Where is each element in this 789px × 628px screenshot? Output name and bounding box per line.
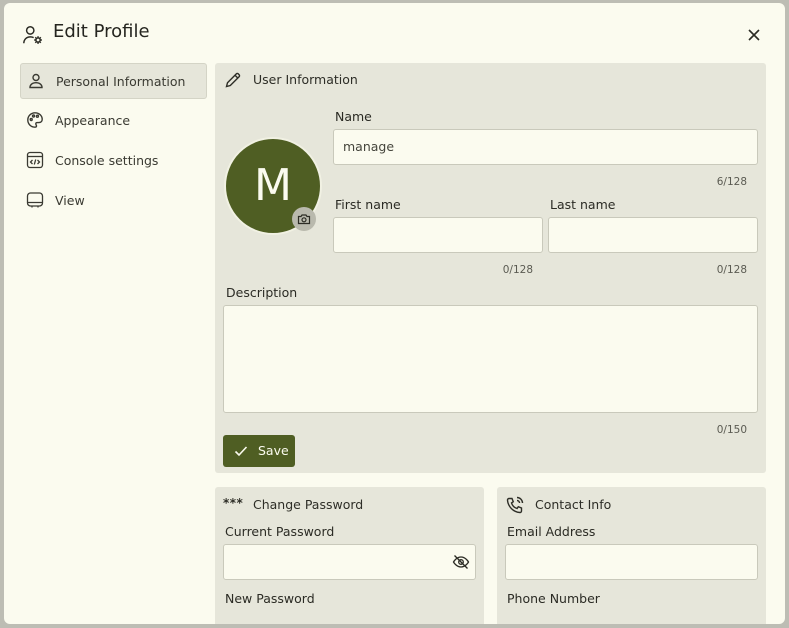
asterisks-icon: *** [223,496,244,510]
description-char-count: 0/150 [716,424,747,436]
user-information-panel: User Information M Name manage 6/128 Fir… [215,63,766,473]
save-button-label: Save [258,443,289,458]
name-label: Name [335,109,372,124]
close-icon[interactable] [744,25,764,45]
change-password-panel: *** Change Password Current Password New… [215,487,484,624]
sidebar-item-label: View [55,193,85,208]
check-icon [234,446,248,457]
user-settings-icon [23,26,42,44]
change-avatar-button[interactable] [292,207,316,231]
person-icon [29,73,43,89]
phone-label: Phone Number [507,591,600,606]
panel-title: Contact Info [535,497,612,512]
current-password-input[interactable] [223,544,476,580]
eye-off-icon[interactable] [452,553,470,571]
panel-title: Change Password [253,497,364,512]
sidebar-item-label: Personal Information [56,74,186,89]
settings-sidebar: Personal Information Appearance Console … [20,63,207,223]
camera-icon [297,214,311,225]
pencil-icon [225,72,241,88]
code-window-icon [26,151,44,169]
edit-profile-dialog: Edit Profile Personal Information Appear… [4,3,785,624]
panel-title: User Information [253,72,358,87]
first-name-label: First name [335,197,401,212]
name-char-count: 6/128 [716,176,747,188]
current-password-label: Current Password [225,524,335,539]
dialog-header: Edit Profile [4,3,785,63]
first-name-char-count: 0/128 [502,264,533,276]
sidebar-item-personal-information[interactable]: Personal Information [20,63,207,99]
last-name-label: Last name [550,197,616,212]
email-label: Email Address [507,524,596,539]
name-input[interactable]: manage [333,129,758,165]
dialog-title: Edit Profile [53,21,150,42]
palette-icon [27,112,43,128]
save-button[interactable]: Save [223,435,295,467]
first-name-input[interactable] [333,217,543,253]
sidebar-item-view[interactable]: View [20,183,207,219]
description-textarea[interactable] [223,305,758,413]
sidebar-item-console-settings[interactable]: Console settings [20,143,207,179]
monitor-icon [26,192,44,208]
phone-ringing-icon [506,496,524,514]
email-input[interactable] [505,544,758,580]
contact-info-panel: Contact Info Email Address Phone Number [497,487,766,624]
last-name-input[interactable] [548,217,758,253]
description-label: Description [226,285,298,300]
last-name-char-count: 0/128 [716,264,747,276]
new-password-label: New Password [225,591,315,606]
sidebar-item-label: Appearance [55,113,131,128]
sidebar-item-label: Console settings [55,153,159,168]
sidebar-item-appearance[interactable]: Appearance [20,103,207,139]
